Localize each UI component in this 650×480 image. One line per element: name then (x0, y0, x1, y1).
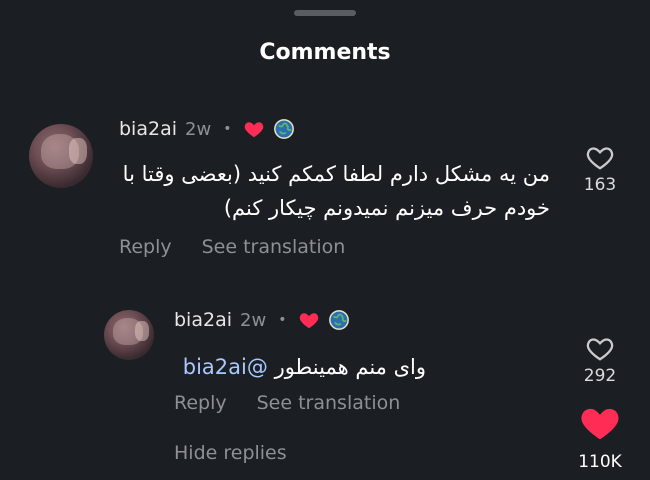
globe-icon (329, 310, 350, 330)
reply-meta: bia2ai 2w • (174, 309, 350, 331)
heart-outline-icon[interactable] (585, 143, 615, 171)
heart-outline-icon[interactable] (585, 334, 615, 362)
like-count: 163 (583, 175, 617, 195)
username[interactable]: bia2ai (119, 118, 177, 140)
comment-meta: bia2ai 2w • (119, 118, 295, 140)
video-like-button[interactable]: 110K (570, 402, 630, 472)
hide-replies-button[interactable]: Hide replies (174, 442, 287, 464)
avatar[interactable] (29, 124, 93, 188)
timestamp: 2w (185, 118, 212, 140)
comment-text: من یه مشکل دارم لطفا کمکم کنید (بعضی وقت… (122, 162, 550, 220)
avatar[interactable] (104, 310, 154, 360)
separator-dot: • (223, 121, 232, 137)
page-title: Comments (259, 40, 391, 65)
like-button[interactable]: 292 (570, 334, 630, 386)
heart-filled-icon[interactable] (578, 402, 622, 442)
see-translation-button[interactable]: See translation (257, 392, 401, 414)
drag-handle[interactable] (294, 10, 356, 16)
separator-dot: • (278, 312, 287, 328)
timestamp: 2w (240, 309, 267, 331)
like-count: 292 (583, 366, 617, 386)
heart-icon (245, 122, 264, 138)
reply-button[interactable]: Reply (119, 236, 172, 258)
see-translation-button[interactable]: See translation (202, 236, 346, 258)
comments-sheet: Comments bia2ai 2w • من یه مشکل دارم لطف… (0, 0, 650, 480)
like-button[interactable]: 163 (570, 143, 630, 195)
username[interactable]: bia2ai (174, 309, 232, 331)
globe-icon (274, 119, 295, 139)
like-count: 110K (578, 452, 622, 472)
comment-actions: Reply See translation (119, 236, 345, 258)
reply-button[interactable]: Reply (174, 392, 227, 414)
heart-icon (300, 313, 319, 329)
mention-link[interactable]: @bia2ai (183, 355, 268, 379)
reply-actions: Reply See translation (174, 392, 400, 414)
reply-text: وای منم همینطور @bia2ai (174, 350, 426, 384)
reply-body: وای منم همینطور (274, 355, 426, 379)
